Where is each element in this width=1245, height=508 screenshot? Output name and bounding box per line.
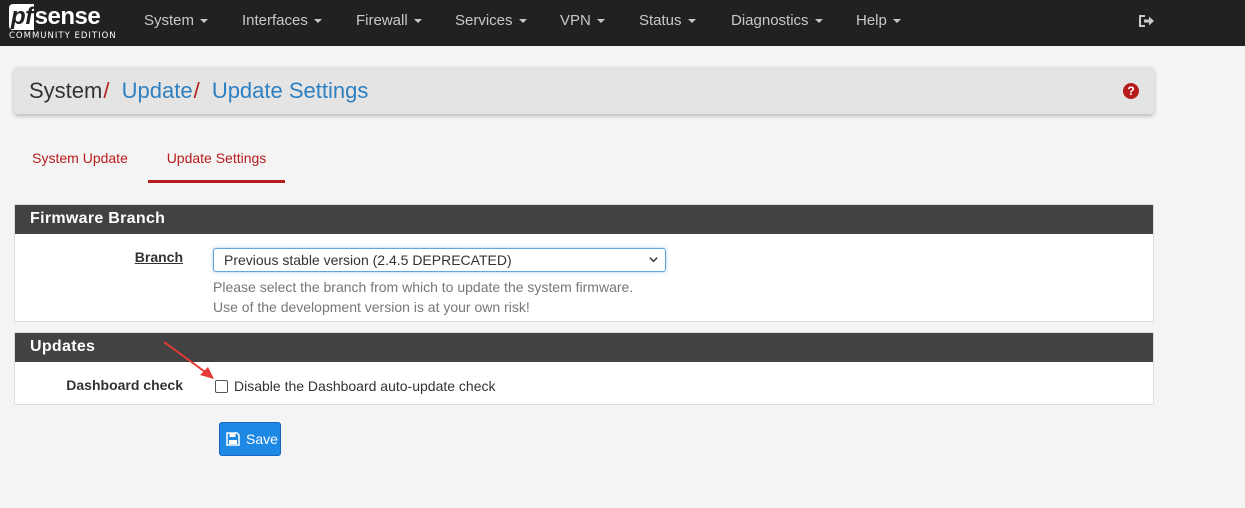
floppy-disk-icon [226, 432, 240, 446]
nav-interfaces[interactable]: Interfaces [242, 12, 322, 30]
nav-status-label: Status [639, 12, 682, 29]
nav-services-label: Services [455, 12, 513, 29]
caret-down-icon [313, 19, 322, 24]
caret-down-icon [596, 19, 605, 24]
tab-bar: System Update Update Settings [14, 136, 414, 184]
logo-sense: sense [34, 3, 101, 30]
sign-out-icon[interactable] [1137, 12, 1155, 30]
top-navbar: pfsense COMMUNITY EDITION System Interfa… [0, 0, 1245, 46]
breadcrumb-update-link[interactable]: Update [122, 78, 193, 103]
panel-heading-firmware-branch: Firmware Branch [15, 205, 1153, 234]
branch-label: Branch [134, 249, 183, 265]
disable-auto-update-label[interactable]: Disable the Dashboard auto-update check [234, 377, 496, 395]
breadcrumb-panel: System/ Update/ Update Settings ? [14, 67, 1154, 114]
branch-select-value: Previous stable version (2.4.5 DEPRECATE… [224, 252, 512, 268]
nav-diagnostics[interactable]: Diagnostics [731, 12, 823, 30]
nav-diagnostics-label: Diagnostics [731, 12, 809, 29]
branch-help-line2: Use of the development version is at you… [213, 299, 530, 315]
nav-system-label: System [144, 12, 195, 29]
nav-system[interactable]: System [144, 12, 209, 30]
logo-text: pfsense [9, 3, 101, 30]
caret-down-icon [814, 19, 823, 24]
nav-help-label: Help [856, 12, 887, 29]
nav-interfaces-label: Interfaces [242, 12, 308, 29]
edition-label: COMMUNITY EDITION [9, 31, 117, 41]
caret-down-icon [413, 19, 422, 24]
nav-help[interactable]: Help [856, 12, 901, 30]
breadcrumb-update-settings-link[interactable]: Update Settings [212, 78, 369, 103]
nav-status[interactable]: Status [639, 12, 696, 30]
caret-down-icon [687, 19, 696, 24]
caret-down-icon [518, 19, 527, 24]
caret-down-icon [892, 19, 901, 24]
save-button-label: Save [246, 431, 278, 447]
breadcrumb-separator: / [193, 78, 200, 103]
firmware-branch-panel: Firmware Branch Branch Previous stable v… [14, 204, 1154, 322]
nav-vpn-label: VPN [560, 12, 591, 29]
save-button[interactable]: Save [219, 422, 281, 456]
caret-down-icon [200, 19, 209, 24]
nav-firewall[interactable]: Firewall [356, 12, 422, 30]
branch-select[interactable]: Previous stable version (2.4.5 DEPRECATE… [213, 248, 666, 272]
breadcrumb-system: System [29, 78, 103, 103]
breadcrumb: System/ Update/ Update Settings [29, 78, 368, 104]
tab-system-update[interactable]: System Update [14, 136, 146, 183]
chevron-down-icon [649, 257, 658, 263]
nav-vpn[interactable]: VPN [560, 12, 605, 30]
red-arrow-annotation [163, 341, 214, 379]
question-circle-icon[interactable]: ? [1123, 83, 1139, 99]
tab-update-settings[interactable]: Update Settings [148, 136, 285, 183]
logo-pf: pf [9, 3, 34, 30]
nav-services[interactable]: Services [455, 12, 527, 30]
breadcrumb-separator: / [103, 78, 110, 103]
nav-firewall-label: Firewall [356, 12, 408, 29]
pfsense-logo[interactable]: pfsense COMMUNITY EDITION [9, 4, 119, 42]
branch-help-line1: Please select the branch from which to u… [213, 279, 634, 295]
